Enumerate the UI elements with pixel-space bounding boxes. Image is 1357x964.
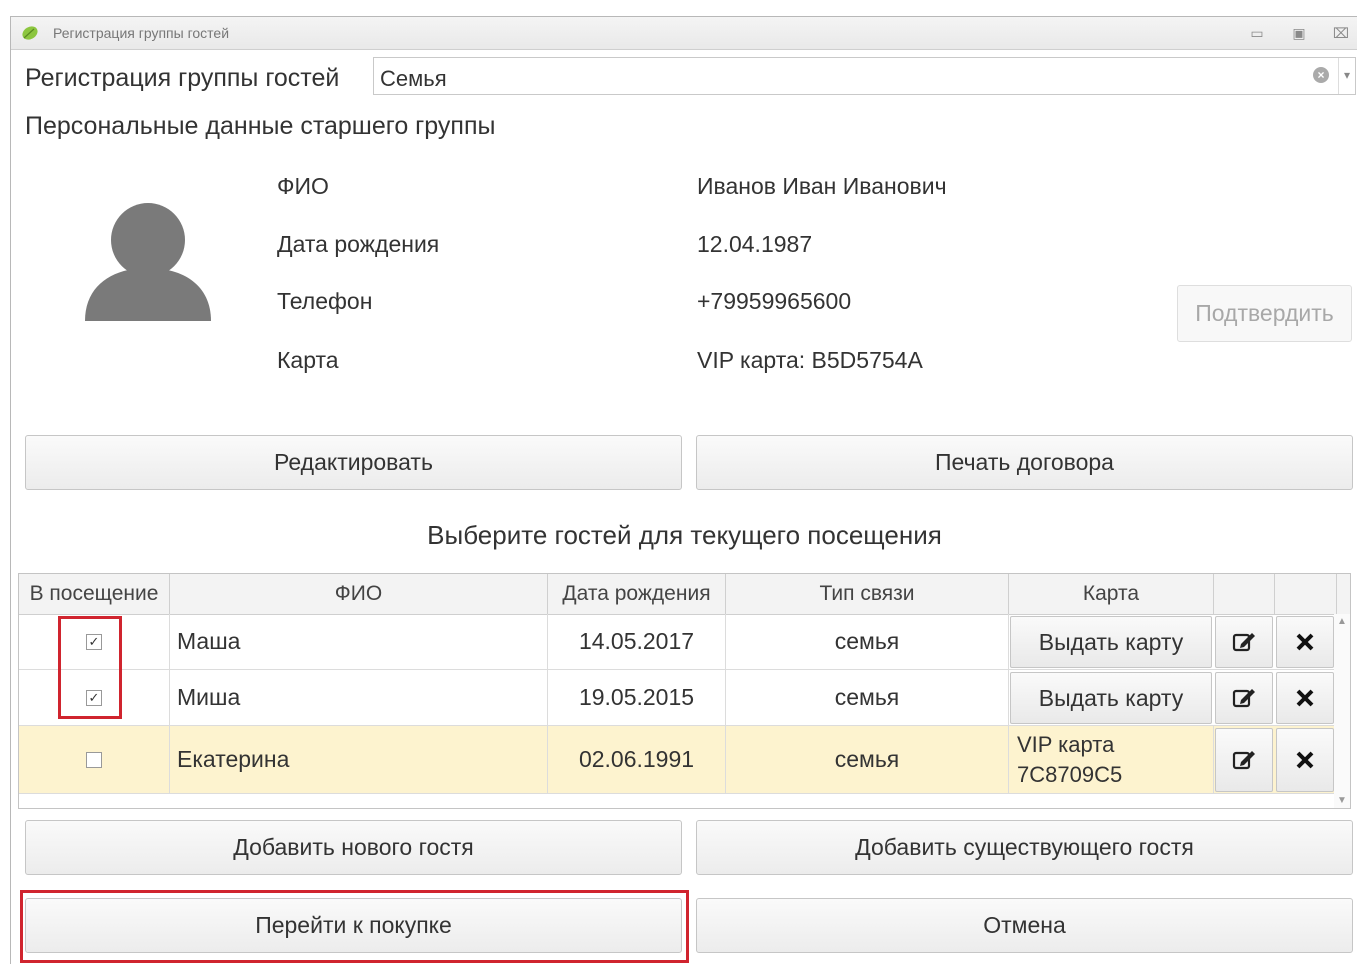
- column-header-delete: [1275, 574, 1337, 614]
- field-label-name: ФИО: [277, 173, 329, 199]
- column-header-relation[interactable]: Тип связи: [726, 574, 1009, 614]
- column-header-birth[interactable]: Дата рождения: [548, 574, 726, 614]
- table-header: В посещение ФИО Дата рождения Тип связи …: [19, 574, 1350, 615]
- scroll-down-icon[interactable]: ▼: [1337, 795, 1347, 806]
- registration-window: Регистрация группы гостей ▭ ▣ ⌧ Регистра…: [10, 16, 1357, 964]
- guest-name: Маша: [170, 614, 548, 669]
- group-label: Регистрация группы гостей: [25, 64, 340, 92]
- column-header-name[interactable]: ФИО: [170, 574, 548, 614]
- print-contract-button[interactable]: Печать договора: [696, 435, 1353, 490]
- edit-icon[interactable]: [1215, 616, 1273, 668]
- scroll-up-icon[interactable]: ▲: [1337, 616, 1347, 627]
- guest-relation: семья: [726, 670, 1009, 725]
- guest-relation: семья: [726, 726, 1009, 793]
- table-row[interactable]: ✓ Маша 14.05.2017 семья Выдать карту: [19, 614, 1335, 670]
- table-scrollbar[interactable]: ▲ ▼: [1334, 614, 1350, 808]
- edit-button[interactable]: Редактировать: [25, 435, 682, 490]
- edit-icon[interactable]: [1215, 672, 1273, 724]
- clear-icon[interactable]: ×: [1313, 67, 1329, 83]
- column-header-card[interactable]: Карта: [1009, 574, 1214, 614]
- field-label-card: Карта: [277, 347, 339, 373]
- field-value-name: Иванов Иван Иванович: [697, 173, 947, 199]
- delete-icon[interactable]: [1276, 728, 1334, 792]
- title-bar[interactable]: Регистрация группы гостей ▭ ▣ ⌧: [11, 17, 1357, 50]
- table-row[interactable]: ✓ Миша 19.05.2015 семья Выдать карту: [19, 670, 1335, 726]
- field-value-card: VIP карта: B5D5754A: [697, 347, 923, 373]
- issue-card-button[interactable]: Выдать карту: [1010, 616, 1212, 668]
- cancel-button[interactable]: Отмена: [696, 898, 1353, 953]
- chevron-down-icon[interactable]: ▾: [1338, 58, 1355, 94]
- card-cell: VIP карта 7C8709C5: [1009, 726, 1214, 793]
- add-new-guest-button[interactable]: Добавить нового гостя: [25, 820, 682, 875]
- field-value-phone: +79959965600: [697, 288, 852, 314]
- field-label-phone: Телефон: [277, 288, 373, 314]
- column-header-visit[interactable]: В посещение: [19, 574, 170, 614]
- section-title-personal: Персональные данные старшего группы: [25, 112, 496, 140]
- add-existing-guest-button[interactable]: Добавить существующего гостя: [696, 820, 1353, 875]
- guest-birth: 02.06.1991: [548, 726, 726, 793]
- guest-name: Миша: [170, 670, 548, 725]
- edit-icon[interactable]: [1215, 728, 1273, 792]
- issue-card-button[interactable]: Выдать карту: [1010, 672, 1212, 724]
- guest-birth: 19.05.2015: [548, 670, 726, 725]
- visit-cell: [19, 726, 170, 793]
- avatar-icon: [85, 203, 211, 321]
- confirm-button[interactable]: Подтвердить: [1177, 285, 1352, 342]
- field-value-birth: 12.04.1987: [697, 231, 813, 257]
- delete-icon[interactable]: [1276, 672, 1334, 724]
- group-select-value: Семья: [380, 66, 447, 91]
- field-label-birth: Дата рождения: [277, 231, 440, 257]
- guest-birth: 14.05.2017: [548, 614, 726, 669]
- card-type: VIP карта: [1017, 731, 1115, 757]
- highlight-purchase-frame: [20, 890, 689, 963]
- table-row[interactable]: Екатерина 02.06.1991 семья VIP карта 7C8…: [19, 726, 1335, 794]
- close-icon[interactable]: ⌧: [1331, 23, 1351, 43]
- window-title: Регистрация группы гостей: [53, 25, 230, 41]
- group-select[interactable]: Семья × ▾: [373, 57, 1356, 95]
- guest-relation: семья: [726, 614, 1009, 669]
- delete-icon[interactable]: [1276, 616, 1334, 668]
- guest-name: Екатерина: [170, 726, 548, 793]
- minimize-icon[interactable]: ▭: [1247, 23, 1267, 43]
- guests-title: Выберите гостей для текущего посещения: [427, 520, 942, 550]
- maximize-icon[interactable]: ▣: [1289, 23, 1309, 43]
- card-number: 7C8709C5: [1017, 761, 1123, 787]
- guests-table: В посещение ФИО Дата рождения Тип связи …: [18, 573, 1351, 809]
- column-header-edit: [1214, 574, 1275, 614]
- leaf-app-icon: [22, 26, 38, 40]
- highlight-checkboxes-frame: [58, 616, 122, 719]
- visit-checkbox[interactable]: [86, 751, 102, 768]
